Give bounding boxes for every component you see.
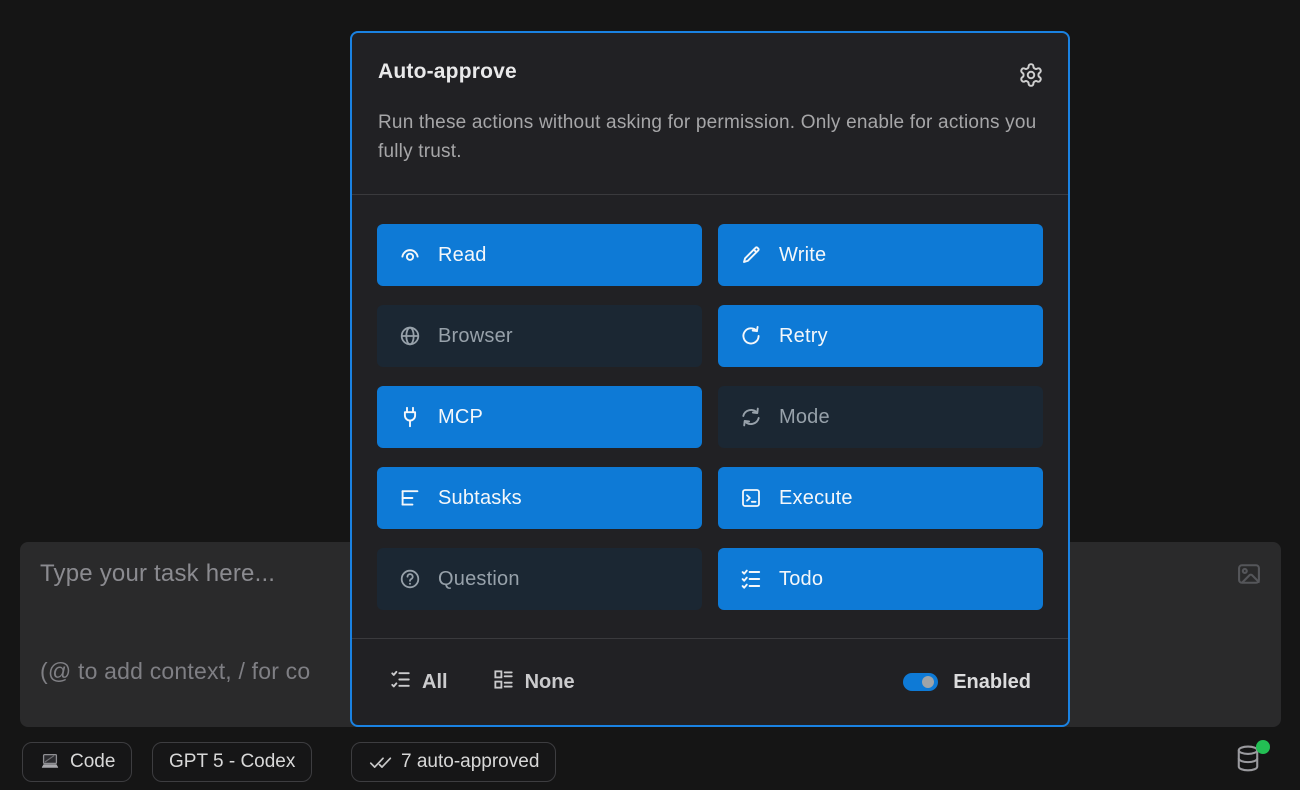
- select-all-button[interactable]: All: [389, 668, 448, 697]
- action-label: MCP: [438, 406, 483, 429]
- list-squares-icon: [492, 668, 515, 697]
- auto-approve-popup: Auto-approve Run these actions without a…: [350, 31, 1070, 727]
- toggle-knob: [922, 676, 934, 688]
- eye-icon: [398, 243, 422, 267]
- terminal-icon: [739, 486, 763, 510]
- action-label: Todo: [779, 568, 823, 591]
- plug-icon: [398, 405, 422, 429]
- action-toggle-question[interactable]: Question: [377, 548, 702, 610]
- popup-description: Run these actions without asking for per…: [378, 108, 1038, 166]
- enabled-label: Enabled: [953, 671, 1031, 694]
- action-label: Mode: [779, 406, 830, 429]
- retry-icon: [739, 324, 763, 348]
- actions-grid: Read Write Browser Retry MCP Mode Subtasks Exec…: [352, 195, 1068, 638]
- select-all-label: All: [422, 671, 448, 694]
- tasklist-icon: [389, 668, 412, 697]
- action-toggle-mcp[interactable]: MCP: [377, 386, 702, 448]
- globe-icon: [398, 324, 422, 348]
- image-icon: [1235, 576, 1263, 591]
- task-input-placeholder: Type your task here...: [40, 560, 275, 588]
- action-toggle-subtasks[interactable]: Subtasks: [377, 467, 702, 529]
- select-none-button[interactable]: None: [492, 668, 575, 697]
- model-chip-label: GPT 5 - Codex: [169, 751, 295, 773]
- database-status-button[interactable]: [1234, 744, 1268, 778]
- laptop-icon: [39, 751, 61, 773]
- model-selector-chip[interactable]: GPT 5 - Codex: [152, 742, 312, 782]
- task-input-hint: (@ to add context, / for co: [40, 658, 310, 685]
- status-dot: [1256, 740, 1270, 754]
- action-label: Question: [438, 568, 520, 591]
- checklist-icon: [739, 567, 763, 591]
- sync-icon: [739, 405, 763, 429]
- mode-chip-label: Code: [70, 751, 115, 773]
- mode-selector-chip[interactable]: Code: [22, 742, 132, 782]
- action-toggle-browser[interactable]: Browser: [377, 305, 702, 367]
- action-toggle-execute[interactable]: Execute: [718, 467, 1043, 529]
- action-toggle-todo[interactable]: Todo: [718, 548, 1043, 610]
- popup-footer: All None Enabled: [352, 639, 1068, 725]
- action-label: Browser: [438, 325, 513, 348]
- question-icon: [398, 567, 422, 591]
- action-toggle-read[interactable]: Read: [377, 224, 702, 286]
- action-toggle-mode[interactable]: Mode: [718, 386, 1043, 448]
- pencil-icon: [739, 243, 763, 267]
- gear-icon: [1018, 76, 1044, 91]
- list-tree-icon: [398, 486, 422, 510]
- action-toggle-write[interactable]: Write: [718, 224, 1043, 286]
- action-label: Execute: [779, 487, 853, 510]
- action-label: Read: [438, 244, 487, 267]
- action-label: Retry: [779, 325, 828, 348]
- master-enabled-toggle[interactable]: [903, 673, 938, 691]
- double-check-icon: [368, 750, 392, 774]
- attach-image-button[interactable]: [1235, 560, 1263, 588]
- action-toggle-retry[interactable]: Retry: [718, 305, 1043, 367]
- database-icon: [1234, 761, 1262, 778]
- approved-chip-label: 7 auto-approved: [401, 751, 539, 773]
- settings-button[interactable]: [1018, 62, 1044, 91]
- select-none-label: None: [525, 671, 575, 694]
- auto-approved-chip[interactable]: 7 auto-approved: [351, 742, 556, 782]
- popup-title: Auto-approve: [378, 60, 517, 84]
- action-label: Write: [779, 244, 826, 267]
- action-label: Subtasks: [438, 487, 522, 510]
- popup-header: Auto-approve Run these actions without a…: [352, 33, 1068, 194]
